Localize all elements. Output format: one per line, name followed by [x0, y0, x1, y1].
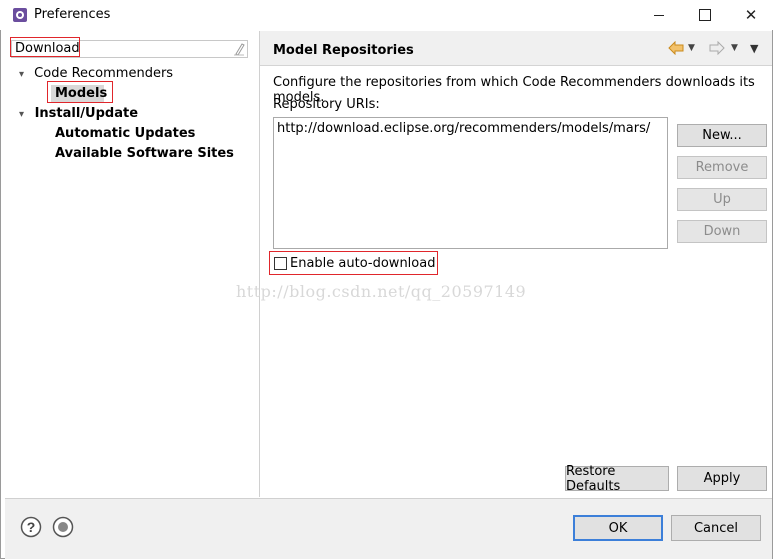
tree-item-automatic-updates[interactable]: Automatic Updates [55, 126, 195, 141]
chevron-down-icon[interactable]: ▾ [19, 109, 24, 120]
chevron-down-icon[interactable]: ▾ [19, 69, 24, 80]
app-icon [11, 6, 29, 24]
forward-dropdown-icon[interactable]: ▼ [731, 43, 738, 53]
cancel-button[interactable]: Cancel [671, 515, 761, 541]
remove-button[interactable]: Remove [677, 156, 767, 179]
ok-button[interactable]: OK [573, 515, 663, 541]
tree-item-label: Available Software Sites [55, 146, 234, 161]
back-dropdown-icon[interactable]: ▼ [688, 43, 695, 53]
navigation-pane [5, 31, 260, 497]
filter-annotation-box [10, 37, 80, 57]
maximize-button[interactable] [682, 0, 728, 30]
down-button[interactable]: Down [677, 220, 767, 243]
minimize-button[interactable] [636, 0, 682, 30]
new-button[interactable]: New... [677, 124, 767, 147]
models-annotation-box [47, 81, 113, 103]
tree-item-label: Install/Update [34, 106, 139, 121]
auto-download-checkbox[interactable] [274, 257, 287, 270]
import-export-icon[interactable] [52, 516, 74, 541]
close-button[interactable]: ✕ [728, 0, 774, 30]
close-icon: ✕ [744, 6, 758, 24]
list-item[interactable]: http://download.eclipse.org/recommenders… [277, 121, 650, 136]
restore-defaults-button[interactable]: Restore Defaults [565, 464, 669, 494]
forward-arrow-icon[interactable] [709, 40, 725, 59]
repository-uris-label: Repository URIs: [273, 97, 380, 112]
back-arrow-icon[interactable] [668, 40, 684, 59]
help-icon[interactable]: ? [20, 516, 42, 541]
tree-item-code-recommenders[interactable]: ▾ Code Recommenders [19, 66, 173, 81]
page-title: Model Repositories [273, 43, 414, 58]
tree-item-label: Automatic Updates [55, 126, 196, 141]
svg-text:?: ? [27, 519, 36, 535]
eraser-icon[interactable] [233, 42, 245, 56]
view-menu-icon[interactable]: ▼ [750, 42, 758, 55]
window-title: Preferences [34, 7, 111, 22]
tree-item-available-software-sites[interactable]: Available Software Sites [55, 146, 234, 161]
tree-item-install-update[interactable]: ▾ Install/Update [19, 106, 138, 121]
tree-item-label: Code Recommenders [34, 66, 174, 81]
maximize-icon [699, 9, 711, 21]
auto-download-label[interactable]: Enable auto-download [290, 256, 435, 271]
apply-button[interactable]: Apply [677, 466, 767, 491]
minimize-icon [654, 14, 664, 16]
watermark: http://blog.csdn.net/qq_20597149 [236, 282, 527, 301]
repository-uri-list[interactable] [273, 117, 668, 249]
up-button[interactable]: Up [677, 188, 767, 211]
